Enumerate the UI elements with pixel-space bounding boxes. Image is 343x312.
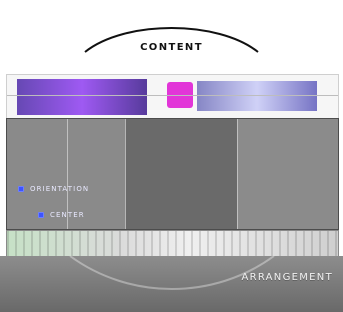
footer: ARRANGEMENT: [0, 256, 343, 312]
preview-strip-left: [17, 79, 147, 115]
center-button[interactable]: CENTER: [38, 208, 108, 222]
lower-texture: [7, 231, 338, 257]
center-label: CENTER: [50, 211, 85, 219]
orientation-label: ORIENTATION: [30, 185, 90, 193]
preview-strip-right: [197, 81, 317, 111]
orientation-button[interactable]: ORIENTATION: [18, 182, 110, 196]
square-icon: [38, 212, 44, 218]
main-center: [125, 119, 237, 229]
main-divider: [237, 119, 238, 229]
footer-arc: [69, 256, 275, 290]
footer-brand: ARRANGEMENT: [241, 272, 333, 283]
main-divider: [125, 119, 126, 229]
page-title: CONTENT: [140, 42, 203, 53]
preview-rule: [7, 95, 338, 96]
preview-band: [6, 74, 339, 120]
app-canvas: CONTENT ORIENTATION CENTER ARRANGEMENT: [0, 0, 343, 312]
header: CONTENT: [0, 0, 343, 70]
lower-band: [6, 230, 339, 258]
main-right: [237, 119, 338, 229]
square-icon: [18, 186, 24, 192]
header-arc: [84, 27, 259, 53]
